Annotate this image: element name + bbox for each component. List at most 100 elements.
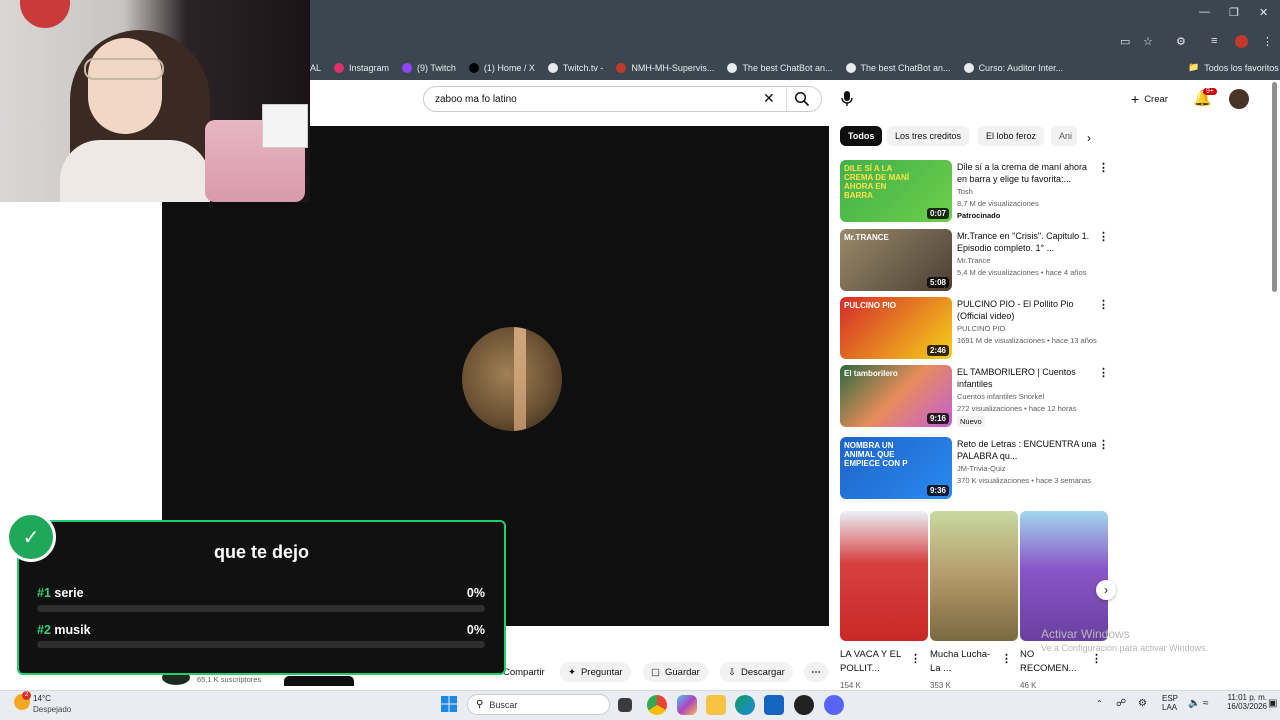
bookmark-item[interactable]: Curso: Auditor Inter... [963,63,1063,73]
microphone-icon[interactable] [840,90,854,107]
more-actions-button[interactable]: ⋯ [804,662,828,682]
video-thumbnail[interactable]: NOMBRA UN ANIMAL QUE EMPIECE CON P 9:36 [840,437,952,499]
short-thumbnail[interactable] [930,511,1018,641]
discord-icon[interactable] [824,695,844,715]
bookmark-item[interactable]: AL [310,63,321,73]
profile-avatar-icon[interactable] [1235,35,1248,48]
shorts-next-icon[interactable]: › [1096,580,1116,600]
thumbnail-text: El tamborilero [844,369,898,378]
short-thumbnail[interactable] [1020,511,1108,641]
search-icon[interactable] [794,91,810,107]
video-thumbnail[interactable]: DILE SÍ A LA CREMA DE MANÍ AHORA EN BARR… [840,160,952,222]
store-icon[interactable] [764,695,784,715]
video-more-icon[interactable]: ⋮ [1098,366,1109,379]
search-input[interactable] [435,93,755,105]
obs-icon[interactable] [794,695,814,715]
account-avatar[interactable] [1229,89,1249,109]
chip-all[interactable]: Todos [840,126,883,146]
browser-menu-icon[interactable]: ⋮ [1262,35,1273,48]
tray-settings-icon[interactable]: ⚙ [1138,698,1147,709]
taskbar-search[interactable]: ⚲ Buscar [467,694,610,715]
task-view-icon[interactable] [618,698,632,712]
chrome-icon[interactable] [647,695,667,715]
short-more-icon[interactable]: ⋮ [1091,652,1102,665]
video-thumbnail[interactable]: PULCINO PIO 2:46 [840,297,952,359]
short-thumbnail[interactable] [840,511,928,641]
wifi-icon[interactable]: ≈ [1203,698,1209,709]
clear-search-icon[interactable]: ✕ [763,90,775,107]
bookmark-item[interactable]: (9) Twitch [402,63,456,73]
page-scrollbar[interactable] [1272,82,1277,292]
reading-list-icon[interactable]: ≡ [1211,35,1217,47]
bookmark-item[interactable]: NMH-MH-Supervis... [616,63,714,73]
video-meta: 1691 M de visualizaciones • hace 13 años [957,336,1097,345]
create-button[interactable]: + Crear [1124,88,1180,110]
bookmark-favicon-icon [845,63,856,73]
chip-los-tres-creditos[interactable]: Los tres creditos [887,126,970,146]
bookmark-star-icon[interactable]: ☆ [1143,35,1153,48]
video-title[interactable]: Dile sí a la crema de maní ahora en barr… [957,161,1097,185]
notification-center-icon[interactable]: ▣ [1268,698,1277,709]
edge-icon[interactable] [735,695,755,715]
chip-el-lobo-feroz[interactable]: El lobo feroz [978,126,1045,146]
video-title[interactable]: Reto de Letras : ENCUENTRA una PALABRA q… [957,438,1097,462]
maximize-icon[interactable]: ❐ [1229,6,1239,19]
all-favorites-folder[interactable]: 📁 Todos los favoritos [1188,62,1279,73]
tray-network-icon[interactable]: ☍ [1116,698,1126,709]
video-duration: 0:07 [926,208,949,219]
video-title[interactable]: Mr.Trance en "Crisis". Capitulo 1. Episo… [957,230,1097,254]
video-thumbnail[interactable]: Mr.TRANCE 5:08 [840,229,952,291]
ask-button[interactable]: ✦ Preguntar [560,662,631,682]
video-channel[interactable]: Mr.Trance [957,256,1117,265]
activate-windows-title: Activar Windows [1041,627,1130,641]
short-more-icon[interactable]: ⋮ [1001,652,1012,665]
close-window-icon[interactable]: ✕ [1259,6,1268,19]
clock[interactable]: 11:01 p. m. 16/03/2026 [1212,693,1267,711]
file-explorer-icon[interactable] [706,695,726,715]
video-title[interactable]: EL TAMBORILERO | Cuentos infantiles [957,366,1097,390]
copilot-icon[interactable] [677,695,697,715]
minimize-icon[interactable]: — [1199,6,1210,18]
video-channel[interactable]: PULCINO PIO [957,324,1117,333]
bookmark-item[interactable]: The best ChatBot an... [727,63,833,73]
bookmark-list: AL Instagram (9) Twitch (1) Home / X Twitch.… [310,56,1076,80]
chip-ani[interactable]: Ani [1051,126,1077,146]
windows-start-icon[interactable] [441,696,457,712]
bookmark-favicon-icon [727,63,738,73]
bookmark-item[interactable]: Instagram [334,63,389,73]
video-thumbnail[interactable]: El tamborilero 9:16 [840,365,952,427]
video-more-icon[interactable]: ⋮ [1098,438,1109,451]
download-button[interactable]: ⇩ Descargar [720,662,793,682]
share-button[interactable]: Compartir [503,662,545,682]
bookmark-item[interactable]: Twitch.tv - [547,63,603,73]
bookmark-item[interactable]: (1) Home / X [468,63,535,73]
video-more-icon[interactable]: ⋮ [1098,230,1109,243]
short-title[interactable]: LA VACA Y EL POLLIT... [840,648,908,676]
short-views: 46 K [1020,681,1037,690]
video-more-icon[interactable]: ⋮ [1098,298,1109,311]
poll-option: #1 serie [37,586,84,600]
cast-icon[interactable]: ▭ [1120,35,1130,48]
video-channel[interactable]: JM-Trivia-Quiz [957,464,1117,473]
thumbnail-text: PULCINO PIO [844,301,897,310]
subscribe-button[interactable] [284,676,354,686]
video-channel[interactable]: Cuentos infantiles Snorkel [957,392,1117,401]
plus-icon: + [1131,91,1140,107]
short-views: 154 K [840,681,861,690]
video-meta: 8,7 M de visualizaciones [957,199,1039,208]
video-more-icon[interactable]: ⋮ [1098,161,1109,174]
poll-title: que te dejo [213,542,309,562]
tray-chevron-icon[interactable]: ⌃ [1096,699,1103,708]
short-title[interactable]: Mucha Lucha- La ... [930,648,996,676]
poll-option: #2 musik [37,623,91,637]
video-channel[interactable]: Tosh [957,187,1117,196]
save-button[interactable]: ▢ Guardar [643,662,708,682]
subscriber-count: 65,1 K suscriptores [197,675,262,684]
extensions-icon[interactable]: ⚙ [1176,35,1186,48]
language-indicator[interactable]: ESP LAA [1162,694,1178,712]
chips-next-icon[interactable]: › [1087,131,1091,145]
short-more-icon[interactable]: ⋮ [910,652,921,665]
volume-icon[interactable]: 🔈 [1188,698,1200,709]
video-title[interactable]: PULCINO PIO - El Pollito Pio (Official v… [957,298,1097,322]
bookmark-item[interactable]: The best ChatBot an... [845,63,951,73]
